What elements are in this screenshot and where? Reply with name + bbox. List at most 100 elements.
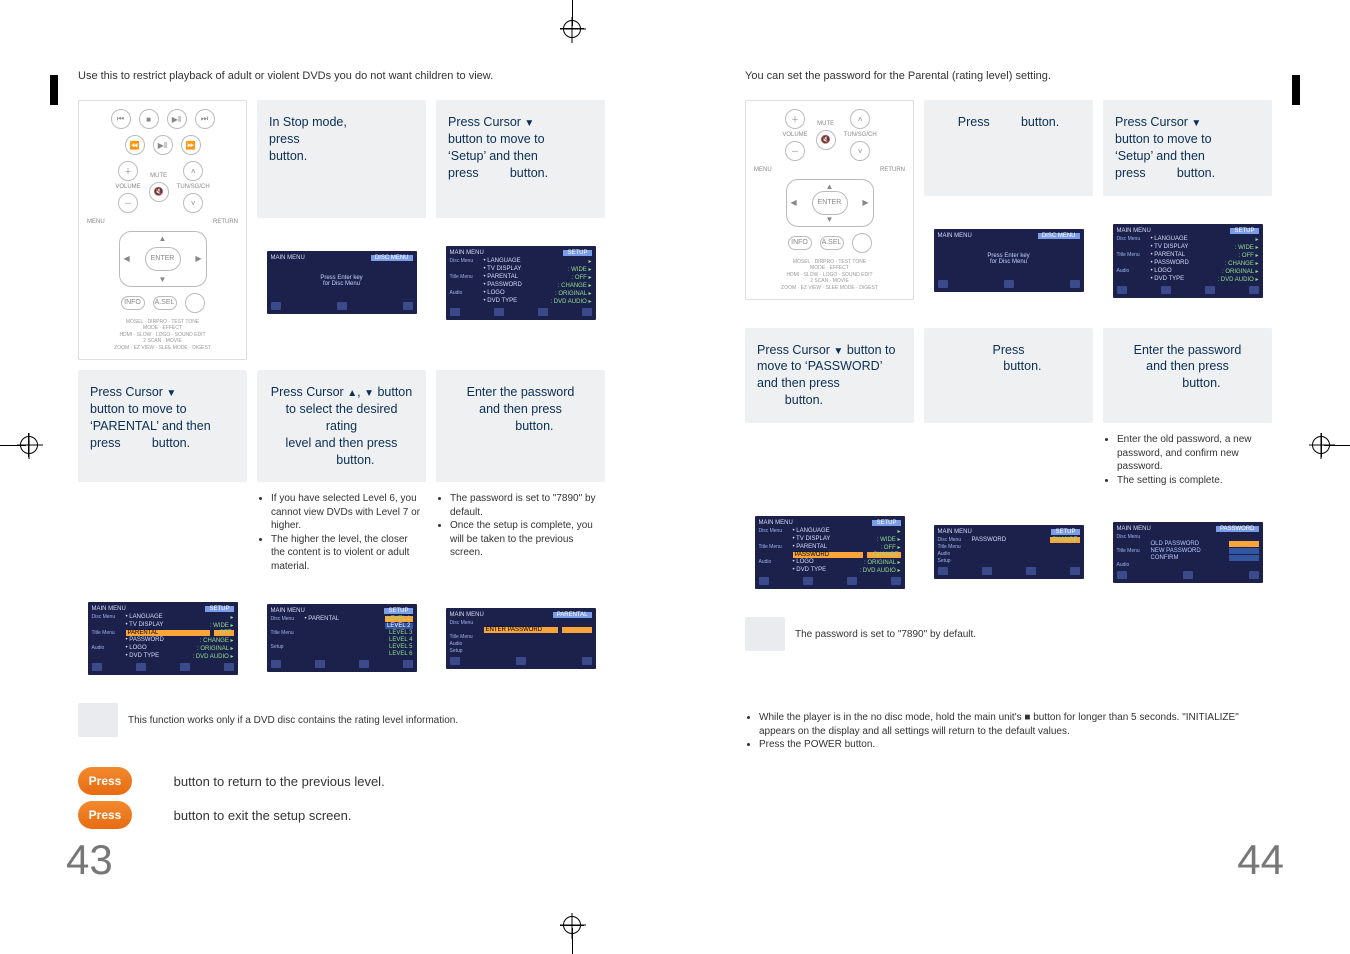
step3-line1-pre: Press Cursor [757,343,830,357]
step4-line1-mid: , [357,385,360,399]
step5-line3-tail: button. [515,419,553,433]
step4-line2: to select the desired rating [286,402,398,433]
empty-cell [924,433,1093,487]
step-1-card: In Stop mode, press button. [257,100,426,218]
note-item: Once the setup is complete, you will be … [450,519,599,560]
step2-line4-pre: press [448,166,479,180]
step1-line3-tail: button. [269,149,307,163]
step-5-card: Enter the password and then press button… [1103,328,1272,424]
remote-skip-back-icon: ⏪ [125,135,145,155]
step3-line1-tail: button to [847,343,896,357]
osd-parental-levels-shot: MAIN MENUSETUP Disc Menu• PARENTALLEVEL … [257,583,426,693]
remote-mute-label: MUTE [817,121,834,127]
up-arrow-icon: ▲ [347,388,357,399]
step5-line2: and then press [479,402,562,416]
osd-parental-highlight-shot: MAIN MENUSETUP Disc Menu• LANGUAGE▸ • TV… [78,583,247,693]
osd-header-right: SETUP [563,250,591,256]
step5-notes: The password is set to "7890" by default… [436,492,605,573]
remote-ch-up-icon: ˄ [183,161,203,181]
step5-line1: Enter the password [467,385,575,399]
page-edge-tab [1292,75,1300,105]
remote-bottom-row: ZOOM · EZ VIEW · SLEE MODE · DIGEST [114,345,211,352]
step1-line1: In Stop mode, [269,115,347,129]
step4-line1-pre: Press Cursor [271,385,344,399]
step4-line1-tail: button [377,385,412,399]
footer1-text: button to return to the previous level. [174,774,385,789]
remote-vol-down-icon: － [118,193,138,213]
osd-disc-menu-shot: MAIN MENUDISC MENU Press Enter key for D… [924,206,1093,316]
step5-notes: Enter the old password, a new password, … [1103,433,1272,487]
remote-mute-label: MUTE [150,173,167,179]
remote-vol-down-icon: － [785,141,805,161]
press-badge: Press [78,801,132,829]
remote-play-icon: ▶‖ [167,109,187,129]
remote-illustration: ⏮ ■ ▶‖ ⏭ ⏪ ▶‖ ⏩ ＋ VOLUME － [78,100,247,360]
remote-return-label: RETURN [213,219,238,225]
down-arrow-icon: ▼ [364,388,374,399]
step2-line1-pre: Press Cursor [1115,115,1188,129]
step1-line2: press [269,132,300,146]
down-arrow-icon: ▼ [166,388,176,399]
osd-header-left: MAIN MENU [271,255,305,261]
remote-enter-button: ENTER [812,191,848,215]
remote-misc-icon [185,293,205,313]
remote-asel-button: A.SEL [153,296,177,310]
step3-line1-pre: Press Cursor [90,385,163,399]
remote-illustration: ＋ VOLUME － MUTE 🔇 ˄ TUN/SG/CH ˅ [745,100,914,316]
step3-line2: button to move to [90,402,187,416]
step3-line3: ‘PARENTAL’ and then [90,419,211,433]
remote-mute-icon: 🔇 [816,130,836,150]
note-item: If you have selected Level 6, you cannot… [271,492,420,533]
step3-line4-tail: button. [785,393,823,407]
down-arrow-icon: ▼ [833,346,843,357]
initialize-notes: While the player is in the no disc mode,… [745,711,1272,752]
remote-next-icon: ⏭ [195,109,215,129]
osd-setup-shot: MAIN MENUSETUP Disc Menu• LANGUAGE▸ • TV… [436,228,605,338]
crop-register-icon [1312,436,1330,454]
intro-text: You can set the password for the Parenta… [745,70,1272,82]
step5-line2: and then press [1146,359,1229,373]
right-arrow-icon: ▶ [195,254,201,263]
remote-volume-label: VOLUME [782,132,807,138]
remote-skip-fwd-icon: ⏩ [181,135,201,155]
note-icon [745,617,785,651]
remote-info-button: INFO [121,296,145,310]
remote-enter-button: ENTER [145,247,181,271]
note-item: The higher the level, the closer the con… [271,533,420,574]
step2-line4-tail: button. [510,166,548,180]
step4-line2-tail: button. [1003,359,1041,373]
page-44: You can set the password for the Parenta… [675,70,1290,884]
exit-footer: Press button to exit the setup screen. [78,801,605,829]
osd-setup-shot: MAIN MENUSETUP Disc Menu• LANGUAGE▸ • TV… [1103,206,1272,316]
step-3-card: Press Cursor ▼ button to move to ‘PARENT… [78,370,247,482]
step5-line3-tail: button. [1182,376,1220,390]
step-2-card: Press Cursor ▼ button to move to ‘Setup’… [1103,100,1272,196]
step4-line4-tail: button. [336,453,374,467]
page-43: Use this to restrict playback of adult o… [60,70,675,884]
osd-password-change-shot: MAIN MENUSETUP Disc MenuPASSWORDCHANGE T… [924,497,1093,607]
step2-line3: ‘Setup’ and then [448,149,538,163]
step4-line1: Press [993,343,1025,357]
step5-line1: Enter the password [1134,343,1242,357]
down-arrow-icon: ▼ [1191,118,1201,129]
remote-menu-label: MENU [754,167,772,173]
step-2-card: Press Cursor ▼ button to move to ‘Setup’… [436,100,605,218]
down-arrow-icon: ▼ [159,275,167,284]
default-password-note: The password is set to "7890" by default… [745,617,1272,651]
remote-prev-icon: ⏮ [111,109,131,129]
step2-line3: ‘Setup’ and then [1115,149,1205,163]
remote-stop-icon: ■ [139,109,159,129]
press-badge: Press [78,767,132,795]
remote-asel-button: A.SEL [820,236,844,250]
step2-line2: button to move to [1115,132,1212,146]
up-arrow-icon: ▲ [159,234,167,243]
crop-register-icon [20,436,38,454]
step3-line2: move to ‘PASSWORD’ [757,359,883,373]
step4-notes: If you have selected Level 6, you cannot… [257,492,426,573]
step2-line4-tail: button. [1177,166,1215,180]
remote-return-label: RETURN [880,167,905,173]
step-5-card: Enter the password and then press button… [436,370,605,482]
step2-line2: button to move to [448,132,545,146]
step3-line4-tail: button. [152,436,190,450]
left-arrow-icon: ◀ [124,254,130,263]
